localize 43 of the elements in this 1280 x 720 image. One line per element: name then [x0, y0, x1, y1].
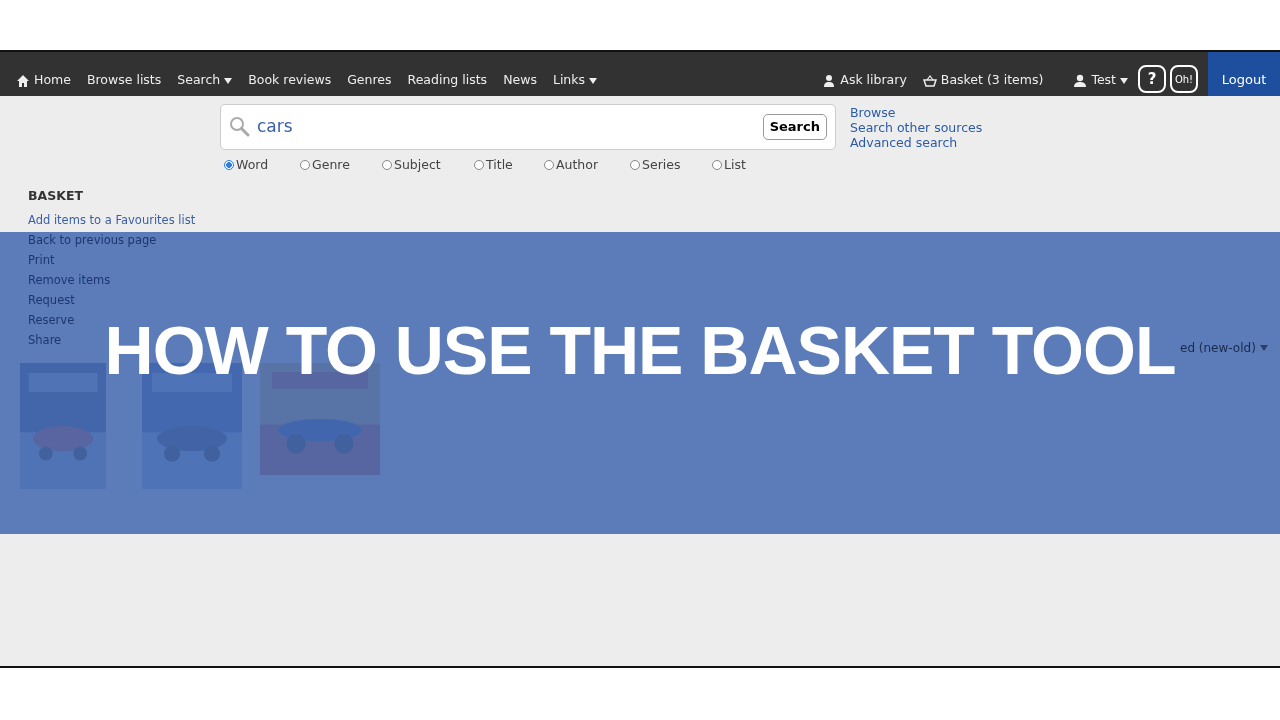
banner-title: HOW TO USE THE BASKET TOOL	[104, 312, 1176, 388]
help-button[interactable]: ?	[1138, 65, 1166, 93]
search-link[interactable]: Browse	[850, 105, 983, 120]
nav-link[interactable]: Ask library	[814, 71, 915, 96]
nav-link[interactable]: Browse lists	[78, 71, 170, 96]
home-icon	[16, 73, 30, 88]
radio-button[interactable]	[630, 160, 640, 171]
radio-label: Word	[236, 156, 269, 174]
radio-label: Author	[556, 156, 599, 174]
basket-icon	[922, 73, 937, 88]
sort-label: ed (new-old)	[1180, 340, 1256, 357]
nav-link[interactable]: Search	[169, 71, 241, 96]
radio-label: Title	[486, 156, 513, 174]
caret-icon	[1259, 345, 1268, 351]
radio-label: Genre	[312, 156, 350, 174]
nav-link[interactable]: Test	[1065, 71, 1136, 96]
radio-button[interactable]	[382, 160, 392, 171]
radio-button[interactable]	[300, 160, 310, 171]
nav-link[interactable]: Book reviews	[240, 71, 340, 96]
radio-button[interactable]	[224, 160, 234, 171]
sidebar-link[interactable]: Add items to a Favourites list	[28, 209, 196, 230]
nav-link[interactable]: Genres	[339, 71, 400, 96]
nav-link[interactable]: News	[495, 71, 545, 96]
search-field[interactable]: cars Search	[220, 104, 836, 150]
nav-link[interactable]: Links	[544, 71, 606, 96]
search-link[interactable]: Search other sources	[850, 120, 983, 135]
radio-button[interactable]	[544, 160, 554, 171]
person-icon	[822, 73, 837, 88]
round-button[interactable]: Oh!	[1170, 65, 1198, 93]
radio-label: Subject	[394, 156, 441, 174]
nav-link[interactable]: Basket (3 items)	[914, 71, 1052, 96]
radio-button[interactable]	[474, 160, 484, 171]
nav-link[interactable]: Reading lists	[399, 71, 496, 96]
radio-label: List	[724, 156, 746, 174]
search-button[interactable]: Search	[762, 114, 827, 140]
search-link[interactable]: Advanced search	[850, 135, 983, 150]
search-icon	[229, 116, 251, 138]
radio-button[interactable]	[712, 160, 722, 171]
section-heading: BASKET	[28, 186, 84, 205]
logout-button[interactable]: Logout	[1208, 52, 1280, 96]
nav-link[interactable]: Home	[8, 71, 79, 96]
user-icon	[1073, 73, 1088, 88]
radio-label: Series	[642, 156, 681, 174]
